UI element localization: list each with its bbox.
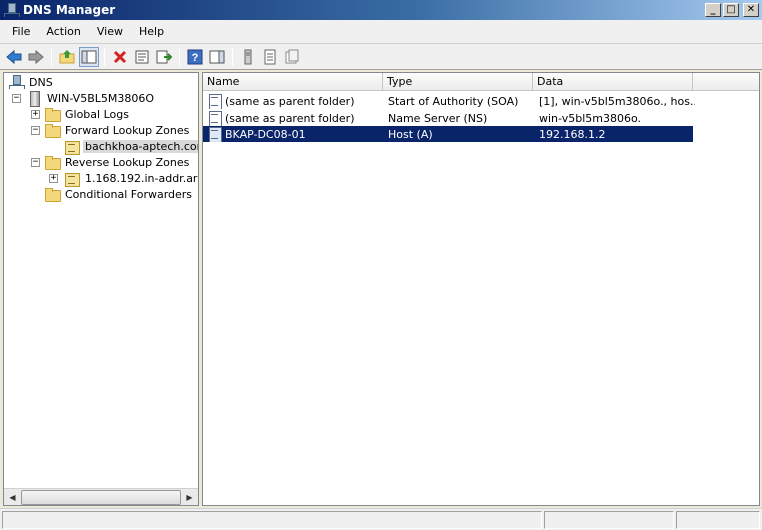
column-header-data[interactable]: Data [533, 73, 693, 91]
toolbar-separator [104, 47, 105, 66]
tree-item-reverse-lookup-zones[interactable]: Reverse Lookup Zones [44, 154, 191, 170]
record-row-selected[interactable]: BKAP-DC08-01 Host (A) 192.168.1.2 [203, 126, 693, 142]
tree-content: DNS − WIN-V5BL5M3806O + Global Logs − Fo… [4, 73, 198, 488]
folder-icon [44, 106, 61, 122]
zone-icon [64, 170, 80, 187]
back-icon[interactable] [4, 47, 24, 67]
record-type: Start of Authority (SOA) [388, 94, 519, 108]
folder-icon [44, 154, 61, 170]
server-icon [26, 90, 42, 107]
record-icon [207, 93, 223, 109]
tree-item-global-logs[interactable]: Global Logs [44, 106, 131, 122]
delete-icon[interactable] [110, 47, 130, 67]
record-name-cell: BKAP-DC08-01 [203, 126, 385, 142]
dns-manager-icon [3, 2, 20, 18]
help-icon[interactable]: ? [185, 47, 205, 67]
scroll-thumb[interactable] [21, 490, 181, 505]
svg-text:?: ? [192, 52, 199, 64]
collapse-toggle[interactable]: − [31, 158, 40, 167]
record-name: (same as parent folder) [225, 111, 355, 125]
zone-icon [64, 138, 80, 155]
properties-icon[interactable] [132, 47, 152, 67]
record-type: Name Server (NS) [388, 111, 488, 125]
window-title: DNS Manager [23, 3, 116, 17]
record-name: BKAP-DC08-01 [225, 127, 306, 141]
record-icon [207, 126, 223, 142]
tree-label: Conditional Forwarders [65, 187, 193, 201]
tree-label: Forward Lookup Zones [65, 123, 190, 137]
status-panel-tertiary [676, 511, 760, 529]
menu-view[interactable]: View [89, 25, 131, 38]
record-type: Host (A) [388, 127, 433, 141]
record-name: (same as parent folder) [225, 94, 355, 108]
status-panel-secondary [544, 511, 674, 529]
expand-toggle[interactable]: + [49, 174, 58, 183]
export-list-icon[interactable] [154, 47, 174, 67]
record-name-cell: (same as parent folder) [203, 93, 385, 109]
tree-label-selected: bachkhoa-aptech.com [83, 139, 198, 153]
tree-item-forward-zone[interactable]: bachkhoa-aptech.com [64, 138, 198, 155]
window-controls: _ □ ✕ [705, 3, 759, 17]
scroll-left-arrow-icon[interactable]: ◀ [5, 490, 20, 505]
record-icon[interactable] [260, 47, 280, 67]
scroll-right-arrow-icon[interactable]: ▶ [182, 490, 197, 505]
minimize-button[interactable]: _ [705, 3, 721, 17]
record-data: win-v5bl5m3806o. [539, 111, 641, 125]
maximize-button[interactable]: □ [723, 3, 739, 17]
tree-label: 1.168.192.in-addr.arpa [85, 171, 198, 185]
toolbar: ? [0, 44, 762, 70]
expand-toggle[interactable]: + [31, 110, 40, 119]
list-header: Name Type Data [203, 73, 759, 91]
tree-label: DNS [29, 75, 53, 89]
folder-icon [44, 122, 61, 138]
record-row[interactable]: (same as parent folder) Name Server (NS)… [203, 110, 695, 126]
record-icon [207, 110, 223, 126]
forward-icon[interactable] [26, 47, 46, 67]
record-data: 192.168.1.2 [539, 127, 606, 141]
column-header-filler [693, 73, 759, 91]
menu-action[interactable]: Action [38, 25, 88, 38]
horizontal-scrollbar[interactable]: ◀ ▶ [4, 488, 198, 505]
tree-item-reverse-zone[interactable]: 1.168.192.in-addr.arpa [64, 170, 198, 187]
column-header-name[interactable]: Name [203, 73, 383, 91]
collapse-toggle[interactable]: − [12, 94, 21, 103]
tree-item-server[interactable]: WIN-V5BL5M3806O [26, 90, 156, 107]
tree-label: Global Logs [65, 107, 129, 121]
status-bar [0, 508, 762, 530]
server-icon[interactable] [238, 47, 258, 67]
show-action-pane-icon[interactable] [207, 47, 227, 67]
tree-item-dns[interactable]: DNS [8, 74, 55, 90]
tree-item-forward-lookup-zones[interactable]: Forward Lookup Zones [44, 122, 191, 138]
menu-file[interactable]: File [4, 25, 38, 38]
collapse-toggle[interactable]: − [31, 126, 40, 135]
title-bar: DNS Manager _ □ ✕ [0, 0, 762, 20]
column-header-type[interactable]: Type [383, 73, 533, 91]
record-row[interactable]: (same as parent folder) Start of Authori… [203, 93, 695, 109]
toolbar-separator [232, 47, 233, 66]
tree-item-conditional-forwarders[interactable]: Conditional Forwarders [44, 186, 194, 202]
tree-label: WIN-V5BL5M3806O [47, 91, 155, 105]
toolbar-separator [179, 47, 180, 66]
record-name-cell: (same as parent folder) [203, 110, 385, 126]
show-hide-tree-icon[interactable] [79, 46, 99, 67]
zone-icon[interactable] [282, 47, 302, 67]
status-panel-main [2, 511, 542, 529]
toolbar-separator [51, 47, 52, 66]
console-tree[interactable]: DNS − WIN-V5BL5M3806O + Global Logs − Fo… [3, 72, 199, 506]
folder-icon [44, 186, 61, 202]
menu-bar: File Action View Help [0, 20, 762, 44]
tree-label: Reverse Lookup Zones [65, 155, 190, 169]
records-list[interactable]: Name Type Data (same as parent folder) S… [202, 72, 760, 506]
menu-help[interactable]: Help [131, 25, 172, 38]
up-folder-icon[interactable] [57, 47, 77, 67]
record-data: [1], win-v5bl5m3806o., hos... [539, 94, 695, 108]
dns-icon [8, 74, 25, 90]
close-button[interactable]: ✕ [743, 3, 759, 17]
